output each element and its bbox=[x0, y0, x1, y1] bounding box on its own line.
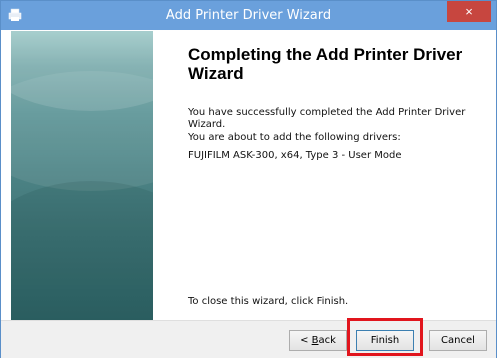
cancel-button[interactable]: Cancel bbox=[429, 330, 487, 351]
about-message: You are about to add the following drive… bbox=[188, 132, 401, 143]
back-button[interactable]: < Back bbox=[289, 330, 347, 351]
back-button-label: < Back bbox=[300, 335, 336, 346]
finish-highlight-box bbox=[347, 318, 423, 356]
title-bar[interactable]: Add Printer Driver Wizard × bbox=[1, 1, 496, 30]
wizard-content: Completing the Add Printer Driver Wizard… bbox=[153, 31, 487, 320]
close-icon: × bbox=[465, 4, 473, 19]
window-title: Add Printer Driver Wizard bbox=[165, 8, 332, 23]
cancel-button-label: Cancel bbox=[441, 335, 475, 346]
wizard-window: Add Printer Driver Wizard × Completing t… bbox=[0, 0, 497, 358]
driver-item: FUJIFILM ASK-300, x64, Type 3 - User Mod… bbox=[188, 150, 402, 161]
wizard-side-graphic bbox=[11, 31, 153, 320]
page-title: Completing the Add Printer Driver Wizard bbox=[188, 45, 463, 83]
close-hint: To close this wizard, click Finish. bbox=[188, 296, 349, 307]
close-button[interactable]: × bbox=[447, 1, 491, 22]
success-message: You have successfully completed the Add … bbox=[188, 107, 466, 130]
